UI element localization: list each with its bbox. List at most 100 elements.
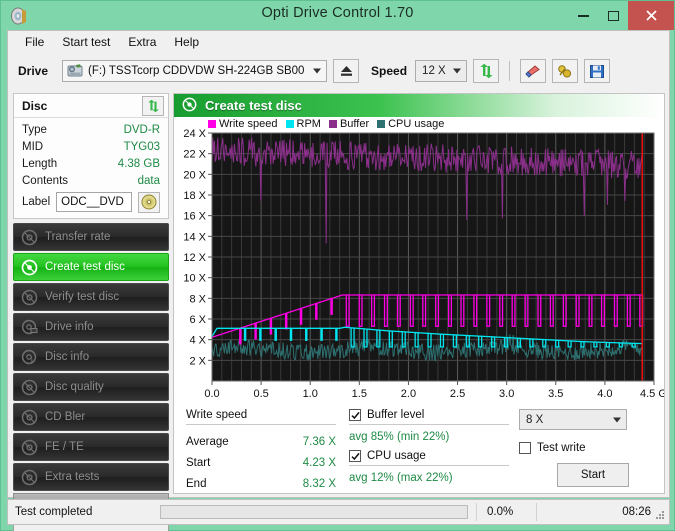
main-panel: Create test disc Write speed RPM Buffer bbox=[173, 93, 674, 494]
eraser-icon bbox=[524, 64, 540, 78]
maximize-icon bbox=[607, 10, 619, 21]
erase-button[interactable] bbox=[520, 59, 547, 83]
refresh-icon bbox=[147, 99, 159, 112]
sidebar-item-label: Disc info bbox=[45, 351, 90, 363]
stat-row-start: Start 4.23 X bbox=[186, 452, 336, 473]
chevron-down-icon bbox=[613, 417, 621, 422]
stat-row-average: Average 7.36 X bbox=[186, 431, 336, 452]
maximize-button[interactable] bbox=[598, 1, 628, 30]
test-write-label: Test write bbox=[537, 442, 586, 454]
status-bar: Test completed 0.0% 08:26 bbox=[7, 499, 670, 525]
drive-icon bbox=[67, 64, 83, 78]
resize-grip-icon[interactable] bbox=[654, 509, 666, 521]
checkbox-box bbox=[349, 409, 361, 421]
sidebar-item-cd-bler[interactable]: CD Bler bbox=[13, 403, 169, 431]
drive-value: (F:) TSSTcorp CDDVDW SH-224GB SB00 bbox=[88, 65, 305, 77]
sidebar-item-label: FE / TE bbox=[45, 441, 84, 453]
sidebar-item-drive-info[interactable]: Drive info bbox=[13, 313, 169, 341]
toolbar-separator bbox=[509, 61, 511, 81]
divider bbox=[349, 465, 509, 466]
disc-value: data bbox=[137, 174, 160, 187]
target-speed-select[interactable]: 8 X bbox=[519, 409, 627, 430]
status-message: Test completed bbox=[15, 506, 93, 518]
disc-key: Length bbox=[22, 157, 58, 170]
svg-text:6 X: 6 X bbox=[189, 314, 206, 326]
results-area: Write speed Average 7.36 X Start 4.23 X … bbox=[174, 409, 664, 494]
tools-icon bbox=[558, 64, 572, 78]
eject-button[interactable] bbox=[333, 59, 360, 83]
menu-start-test[interactable]: Start test bbox=[53, 33, 119, 51]
disc-value: DVD-R bbox=[123, 123, 160, 136]
stat-value: 7.36 X bbox=[302, 435, 336, 448]
disc-icon bbox=[21, 229, 38, 246]
checkbox-box bbox=[349, 450, 361, 462]
menu-bar: File Start test Extra Help bbox=[8, 31, 669, 52]
svg-text:14 X: 14 X bbox=[183, 231, 206, 243]
sidebar-item-create-test-disc[interactable]: Create test disc bbox=[13, 253, 169, 281]
drive-select[interactable]: (F:) TSSTcorp CDDVDW SH-224GB SB00 bbox=[62, 60, 328, 82]
save-button[interactable] bbox=[584, 59, 611, 83]
sidebar-item-fe-te[interactable]: FE / TE bbox=[13, 433, 169, 461]
svg-text:0.5: 0.5 bbox=[253, 388, 268, 400]
svg-text:i: i bbox=[31, 356, 33, 365]
disc-value: 4.38 GB bbox=[117, 157, 160, 170]
chevron-down-icon bbox=[313, 68, 322, 74]
disc-label-input[interactable]: ODC__DVD bbox=[56, 192, 132, 212]
tools-button[interactable] bbox=[552, 59, 579, 83]
stat-key: Average bbox=[186, 435, 229, 448]
cd-icon bbox=[141, 194, 157, 210]
buffer-level-avg: avg 85% (min 22%) bbox=[349, 431, 450, 443]
test-write-checkbox[interactable]: Test write bbox=[519, 442, 659, 454]
svg-text:4.0: 4.0 bbox=[597, 388, 612, 400]
buffer-level-label: Buffer level bbox=[367, 409, 425, 421]
sidebar-item-label: Create test disc bbox=[45, 261, 125, 273]
svg-text:0.0: 0.0 bbox=[204, 388, 219, 400]
menu-extra[interactable]: Extra bbox=[119, 33, 165, 51]
chart-canvas: 2 X 4 X 6 X 8 X 10 X 12 X 14 X 16 X 18 X 20 X 22 X… bbox=[183, 128, 674, 400]
svg-text:24 X: 24 X bbox=[183, 128, 206, 140]
stat-value: 8.32 X bbox=[302, 477, 336, 490]
disc-extra-icon bbox=[21, 469, 38, 486]
svg-text:1.5: 1.5 bbox=[352, 388, 367, 400]
disc-row-length: Length 4.38 GB bbox=[22, 155, 160, 172]
svg-text:3.5: 3.5 bbox=[548, 388, 563, 400]
check-icon bbox=[350, 452, 360, 460]
buffer-level-checkbox[interactable]: Buffer level bbox=[349, 409, 509, 421]
sidebar-item-label: Verify test disc bbox=[45, 291, 120, 303]
disc-panel-title: Disc bbox=[22, 98, 48, 113]
progress-percent: 0.0% bbox=[476, 503, 536, 521]
disc-fete-icon bbox=[21, 439, 38, 456]
check-icon bbox=[350, 411, 360, 419]
stat-row-end: End 8.32 X bbox=[186, 473, 336, 494]
sidebar-item-disc-quality[interactable]: Disc quality bbox=[13, 373, 169, 401]
elapsed-time: 08:26 bbox=[536, 503, 669, 521]
sidebar-item-extra-tests[interactable]: Extra tests bbox=[13, 463, 169, 491]
sidebar-item-disc-info[interactable]: i Disc info bbox=[13, 343, 169, 371]
disc-panel: Disc Type DVD-R MID TYG03 Length 4.38 GB… bbox=[13, 93, 169, 219]
close-button[interactable] bbox=[628, 1, 674, 30]
speed-select[interactable]: 12 X bbox=[415, 60, 468, 82]
stat-key: End bbox=[186, 477, 207, 490]
disc-key: Contents bbox=[22, 174, 69, 187]
minimize-icon bbox=[577, 14, 589, 17]
cpu-usage-checkbox[interactable]: CPU usage bbox=[349, 450, 509, 462]
sidebar-item-verify-test-disc[interactable]: Verify test disc bbox=[13, 283, 169, 311]
svg-text:4 X: 4 X bbox=[189, 335, 206, 347]
client-area: File Start test Extra Help Drive (F:) TS… bbox=[7, 30, 674, 531]
stat-key: Start bbox=[186, 456, 211, 469]
svg-text:10 X: 10 X bbox=[183, 273, 206, 285]
close-icon bbox=[645, 10, 657, 21]
disc-browse-button[interactable] bbox=[138, 191, 160, 213]
menu-file[interactable]: File bbox=[16, 33, 53, 51]
start-button[interactable]: Start bbox=[557, 463, 629, 487]
menu-help[interactable]: Help bbox=[165, 33, 208, 51]
minimize-button[interactable] bbox=[568, 1, 598, 30]
svg-text:22 X: 22 X bbox=[183, 149, 206, 161]
disc-label-row: Label ODC__DVD bbox=[22, 190, 160, 214]
sidebar-item-transfer-rate[interactable]: Transfer rate bbox=[13, 223, 169, 251]
refresh-button[interactable] bbox=[473, 59, 500, 83]
drive-label: Drive bbox=[18, 64, 49, 78]
progress-bar bbox=[160, 505, 468, 519]
svg-text:1.0: 1.0 bbox=[303, 388, 318, 400]
disc-refresh-button[interactable] bbox=[142, 95, 164, 116]
